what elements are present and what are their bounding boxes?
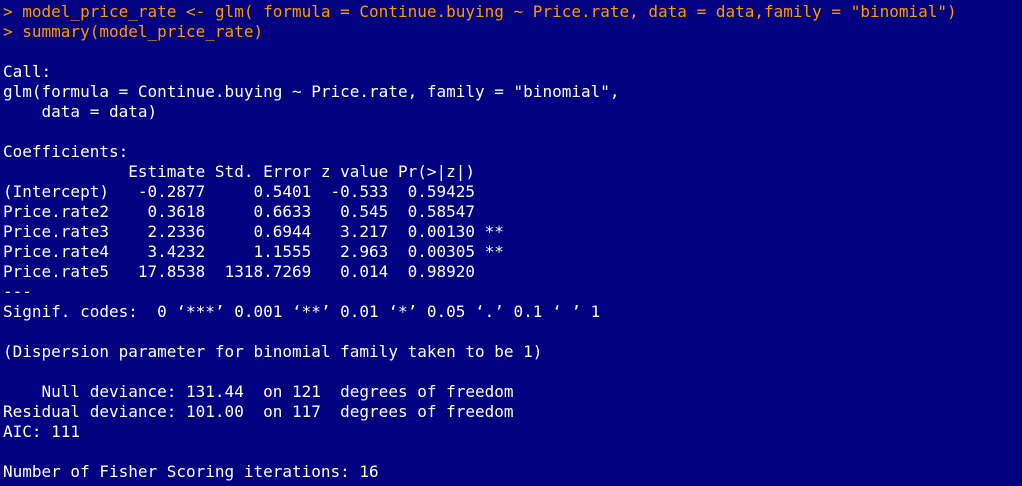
console-line-signif-codes: Signif. codes: 0 ‘***’ 0.001 ‘**’ 0.01 ‘… (3, 302, 601, 321)
console-command-glm: > model_price_rate <- glm( formula = Con… (3, 2, 957, 21)
console-line-resid-deviance: Residual deviance: 101.00 on 117 degrees… (3, 402, 514, 421)
console-line-call-data: data = data) (3, 102, 158, 121)
console-line-dispersion: (Dispersion parameter for binomial famil… (3, 342, 543, 361)
console-line-call-label: Call: (3, 62, 52, 81)
console-line-fisher-iterations: Number of Fisher Scoring iterations: 16 (3, 462, 379, 481)
console-line-null-deviance: Null deviance: 131.44 on 121 degrees of … (3, 382, 514, 401)
coef-row-price-rate4: Price.rate4 3.4232 1.1555 2.963 0.00305 … (3, 242, 504, 261)
coef-table-header: Estimate Std. Error z value Pr(>|z|) (3, 162, 504, 181)
coef-row-price-rate3: Price.rate3 2.2336 0.6944 3.217 0.00130 … (3, 222, 504, 241)
coef-row-price-rate2: Price.rate2 0.3618 0.6633 0.545 0.58547 (3, 202, 504, 221)
console-line-call: glm(formula = Continue.buying ~ Price.ra… (3, 82, 620, 101)
coef-row-price-rate5: Price.rate5 17.8538 1318.7269 0.014 0.98… (3, 262, 504, 281)
console-line-separator: --- (3, 282, 32, 301)
coef-row-intercept: (Intercept) -0.2877 0.5401 -0.533 0.5942… (3, 182, 504, 201)
console-line-coefficients: Coefficients: (3, 142, 129, 161)
console-line-aic: AIC: 111 (3, 422, 81, 441)
r-console-output[interactable]: > model_price_rate <- glm( formula = Con… (0, 0, 1022, 486)
console-command-summary: > summary(model_price_rate) (3, 22, 264, 41)
